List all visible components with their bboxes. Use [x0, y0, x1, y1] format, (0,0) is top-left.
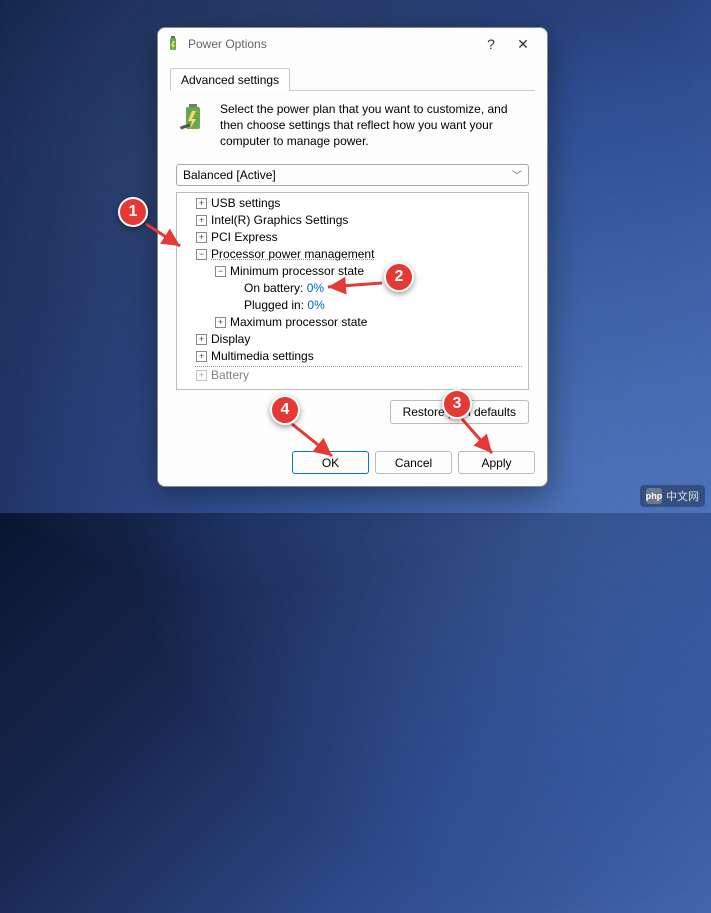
annotation-badge-2: 2 — [384, 262, 414, 292]
description-row: Select the power plan that you want to c… — [170, 91, 535, 164]
expand-icon[interactable]: + — [196, 351, 207, 362]
window-title: Power Options — [188, 37, 475, 51]
plugged-in-value[interactable]: 0% — [307, 298, 324, 312]
tree-item-display: +Display — [177, 331, 528, 348]
expand-icon[interactable]: + — [215, 317, 226, 328]
tree-item-battery: +Battery — [177, 367, 528, 384]
cancel-button[interactable]: Cancel — [375, 451, 452, 474]
annotation-arrow-3 — [460, 417, 500, 462]
titlebar: Power Options ? ✕ — [158, 28, 547, 60]
watermark-text: 中文网 — [666, 488, 699, 504]
chevron-down-icon: ﹀ — [512, 167, 522, 182]
battery-icon — [178, 101, 210, 133]
expand-icon[interactable]: + — [196, 334, 207, 345]
watermark-logo: php — [646, 488, 662, 504]
annotation-arrow-2 — [324, 279, 386, 296]
tree-item-min-state: −Minimum processor state — [177, 263, 528, 280]
description-text: Select the power plan that you want to c… — [220, 101, 527, 150]
tree-item-graphics: +Intel(R) Graphics Settings — [177, 212, 528, 229]
expand-icon[interactable]: + — [196, 215, 207, 226]
close-button[interactable]: ✕ — [507, 30, 539, 58]
tab-strip: Advanced settings — [170, 68, 535, 91]
expand-icon[interactable]: + — [196, 370, 207, 381]
on-battery-value[interactable]: 0% — [307, 281, 324, 295]
tree-item-max-state: +Maximum processor state — [177, 314, 528, 331]
annotation-arrow-1 — [144, 222, 186, 255]
dialog-content: Advanced settings Select the power plan … — [158, 60, 547, 441]
annotation-badge-4: 4 — [270, 395, 300, 425]
annotation-arrow-4 — [290, 422, 340, 465]
expand-icon[interactable]: + — [196, 232, 207, 243]
tree-item-usb: +USB settings — [177, 195, 528, 212]
power-plan-select[interactable]: Balanced [Active] ﹀ — [176, 164, 529, 186]
tree-item-plugged-in: Plugged in: 0% — [177, 297, 528, 314]
watermark: php 中文网 — [640, 485, 705, 507]
expand-icon[interactable]: + — [196, 198, 207, 209]
collapse-icon[interactable]: − — [196, 249, 207, 260]
plan-selected-value: Balanced [Active] — [183, 168, 276, 182]
annotation-badge-3: 3 — [442, 389, 472, 419]
tree-item-multimedia: +Multimedia settings — [177, 348, 528, 365]
tree-item-processor: −Processor power management — [177, 246, 528, 263]
tab-advanced-settings[interactable]: Advanced settings — [170, 68, 290, 91]
app-icon — [166, 36, 182, 52]
tree-item-pci: +PCI Express — [177, 229, 528, 246]
annotation-badge-1: 1 — [118, 197, 148, 227]
collapse-icon[interactable]: − — [215, 266, 226, 277]
help-button[interactable]: ? — [475, 30, 507, 58]
